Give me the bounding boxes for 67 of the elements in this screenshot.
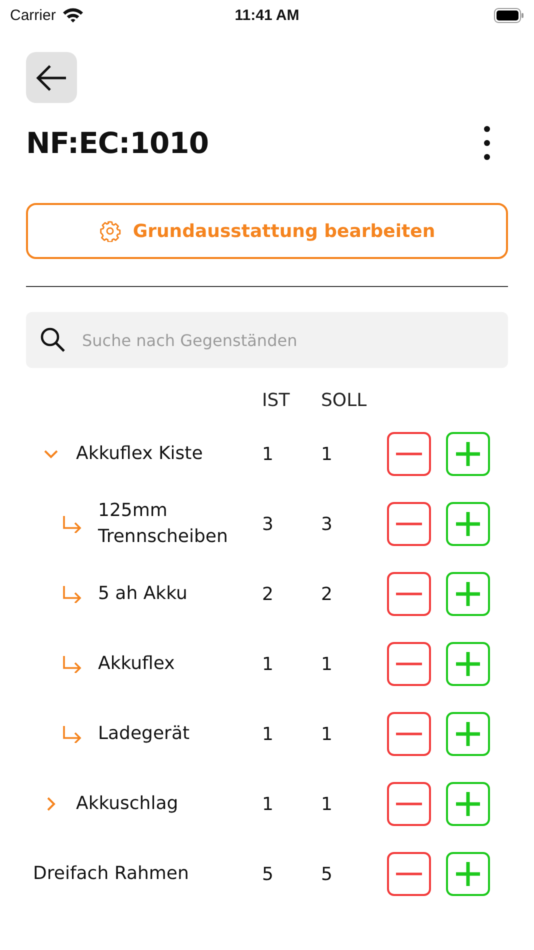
carrier-label: Carrier <box>10 6 56 24</box>
increase-button[interactable] <box>446 432 490 476</box>
target-count: 2 <box>321 584 334 604</box>
column-header: SOLL <box>321 390 368 411</box>
plus-icon <box>455 791 481 817</box>
decrease-button[interactable] <box>387 432 431 476</box>
minus-icon <box>396 802 422 806</box>
search-field[interactable]: Suche nach Gegenständen <box>26 312 508 368</box>
wifi-icon <box>62 7 84 23</box>
sub-item-arrow-icon <box>62 725 82 743</box>
actual-count: 1 <box>262 794 274 814</box>
actual-count: 3 <box>262 514 274 534</box>
plus-icon <box>455 861 481 887</box>
item-name: Dreifach Rahmen <box>33 862 189 886</box>
actual-count: 1 <box>262 654 274 674</box>
minus-icon <box>396 522 422 526</box>
back-arrow-icon <box>36 64 68 92</box>
decrease-button[interactable] <box>387 712 431 756</box>
actual-count: 2 <box>262 584 274 604</box>
gear-icon <box>98 220 121 242</box>
decrease-button[interactable] <box>387 642 431 686</box>
increase-button[interactable] <box>446 712 490 756</box>
plus-icon <box>455 441 481 467</box>
increase-button[interactable] <box>446 782 490 826</box>
item-name: Ladegerät <box>98 722 190 746</box>
increase-button[interactable] <box>446 502 490 546</box>
edit-equipment-button[interactable]: Grundausstattung bearbeiten <box>26 203 508 259</box>
minus-icon <box>396 662 422 666</box>
item-name: Akkuflex <box>98 652 175 676</box>
item-name: Akkuschlag <box>76 792 178 816</box>
target-count: 1 <box>321 724 334 744</box>
sub-item-arrow-icon <box>62 655 82 673</box>
increase-button[interactable] <box>446 852 490 896</box>
target-count: 3 <box>321 514 334 534</box>
decrease-button[interactable] <box>387 572 431 616</box>
page-title: NF:EC:1010 <box>26 126 208 160</box>
minus-icon <box>396 452 422 456</box>
actual-count: 1 <box>262 724 274 744</box>
sub-item-arrow-icon <box>62 515 82 533</box>
decrease-button[interactable] <box>387 852 431 896</box>
plus-icon <box>455 651 481 677</box>
target-count: 5 <box>321 864 334 884</box>
actual-count: 1 <box>262 444 274 464</box>
target-count: 1 <box>321 654 334 674</box>
minus-icon <box>396 872 422 876</box>
decrease-button[interactable] <box>387 502 431 546</box>
item-name: 125mm Trennscheiben <box>98 498 229 549</box>
target-count: 1 <box>321 444 334 464</box>
actual-count: 5 <box>262 864 274 884</box>
target-count: 1 <box>321 794 334 814</box>
more-icon[interactable] <box>484 126 490 160</box>
minus-icon <box>396 732 422 736</box>
increase-button[interactable] <box>446 572 490 616</box>
sub-item-arrow-icon <box>62 585 82 603</box>
increase-button[interactable] <box>446 642 490 686</box>
item-name: 5 ah Akku <box>98 582 188 606</box>
plus-icon <box>455 581 481 607</box>
plus-icon <box>455 511 481 537</box>
battery-icon <box>494 8 524 22</box>
plus-icon <box>455 721 481 747</box>
item-name: Akkuflex Kiste <box>76 442 203 466</box>
minus-icon <box>396 592 422 596</box>
column-header: IST <box>262 390 291 411</box>
back-button[interactable] <box>26 52 77 103</box>
decrease-button[interactable] <box>387 782 431 826</box>
search-icon <box>40 327 66 353</box>
status-time: 11:41 AM <box>234 6 300 24</box>
